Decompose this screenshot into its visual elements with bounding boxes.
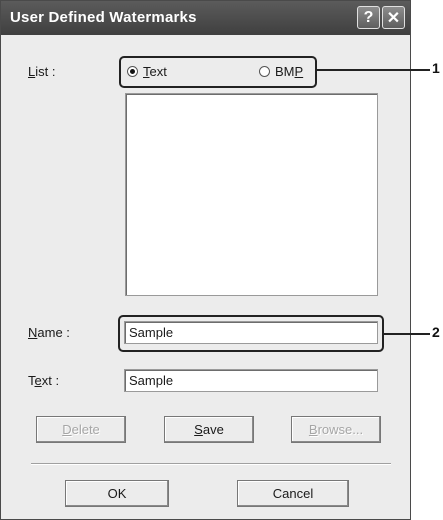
radio-text-label: Text	[143, 64, 167, 79]
watermark-listbox[interactable]	[125, 93, 378, 296]
callout-2: 2	[432, 324, 440, 340]
close-icon[interactable]: ✕	[382, 6, 405, 29]
name-label: Name :	[28, 325, 70, 340]
radio-bmp[interactable]: BMP	[259, 64, 303, 79]
separator	[31, 463, 391, 465]
radio-selected-icon	[127, 66, 138, 77]
callout-line-2	[383, 333, 430, 335]
list-type-radio-group: Text BMP	[119, 56, 317, 88]
title-bar: User Defined Watermarks ? ✕	[1, 1, 410, 35]
delete-button[interactable]: Delete	[36, 416, 126, 443]
text-label: Text :	[28, 373, 60, 388]
list-label: List :	[28, 64, 56, 79]
text-input[interactable]	[124, 369, 378, 392]
ok-button[interactable]: OK	[65, 480, 169, 507]
name-input[interactable]	[124, 321, 378, 344]
cancel-button[interactable]: Cancel	[237, 480, 349, 507]
radio-unselected-icon	[259, 66, 270, 77]
radio-bmp-label: BMP	[275, 64, 304, 79]
user-defined-watermarks-dialog: User Defined Watermarks ? ✕ List : Text …	[0, 0, 411, 520]
save-button[interactable]: Save	[164, 416, 254, 443]
dialog-title: User Defined Watermarks	[10, 9, 197, 26]
browse-button[interactable]: Browse...	[291, 416, 381, 443]
radio-text[interactable]: Text	[127, 64, 167, 79]
help-icon[interactable]: ?	[357, 6, 380, 29]
callout-1: 1	[432, 60, 440, 76]
callout-line-1	[316, 69, 430, 71]
